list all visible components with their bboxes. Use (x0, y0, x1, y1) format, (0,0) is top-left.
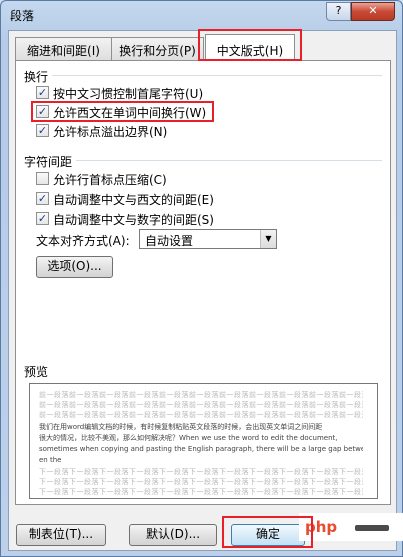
text-alignment-select[interactable]: 自动设置 ▼ (139, 229, 277, 249)
checkbox-box[interactable] (36, 172, 49, 185)
section-title-preview: 预览 (24, 365, 49, 379)
tab-line-page-breaks[interactable]: 换行和分页(P) (111, 37, 204, 60)
checkbox-label: 自动调整中文与西文的间距(E) (53, 193, 214, 207)
checkbox-box[interactable]: ✓ (36, 192, 49, 205)
title-bar[interactable]: 段落 ? ✕ (1, 1, 402, 29)
checkbox-box[interactable]: ✓ (36, 86, 49, 99)
tab-highlight-box (198, 29, 302, 61)
help-button[interactable]: ? (326, 2, 351, 21)
ok-highlight-box (222, 516, 313, 548)
section-divider (76, 160, 382, 161)
tab-panel: 换行 ✓ 按中文习惯控制首尾字符(U) ✓ 允许西文在单词中间换行(W) ✓ 允… (15, 60, 391, 505)
checkbox-label: 允许行首标点压缩(C) (53, 173, 167, 187)
watermark-bar (355, 525, 389, 531)
tab-indent-spacing[interactable]: 缩进和间距(I) (15, 37, 112, 60)
paragraph-dialog: 段落 ? ✕ 缩进和间距(I) 换行和分页(P) 中文版式(H) 换行 ✓ 按中… (0, 0, 403, 557)
tabs-button[interactable]: 制表位(T)... (16, 524, 106, 546)
section-title-line-breaking: 换行 (24, 70, 49, 84)
dialog-client: 缩进和间距(I) 换行和分页(P) 中文版式(H) 换行 ✓ 按中文习惯控制首尾… (8, 29, 397, 551)
text-alignment-label: 文本对齐方式(A): (36, 234, 130, 248)
options-button[interactable]: 选项(O)... (36, 256, 113, 278)
preview-sample-line: 我们在用word编辑文档的时候，有时候复制粘贴英文段落的时候，会出现英文单词之间… (39, 423, 323, 431)
close-button[interactable]: ✕ (351, 2, 395, 21)
preview-ghost-line: 前一段落前一段落前一段落前一段落前一段落前一段落前一段落前一段落前一段落前一段落… (39, 411, 363, 419)
chevron-down-icon[interactable]: ▼ (260, 230, 276, 248)
preview-sample-line: en the (39, 456, 62, 464)
preview-sample-line: sometimes when copying and pasting the E… (39, 445, 363, 453)
section-title-char-spacing: 字符间距 (24, 155, 73, 169)
dialog-title: 段落 (10, 9, 35, 23)
preview-sample-line: 很大的情况，比较不美观，那么如何解决呢？When we use the word… (39, 434, 338, 442)
checkbox-label: 允许标点溢出边界(N) (53, 125, 168, 139)
preview-ghost-line: 下一段落下一段落下一段落下一段落下一段落下一段落下一段落下一段落下一段落下一段落… (39, 488, 363, 496)
checkbox-box[interactable]: ✓ (36, 124, 49, 137)
select-value: 自动设置 (145, 234, 194, 248)
set-default-button[interactable]: 默认(D)... (129, 524, 217, 546)
section-divider (52, 75, 382, 76)
checkbox-label: 自动调整中文与数字的间距(S) (53, 213, 214, 227)
preview-box: 前一段落前一段落前一段落前一段落前一段落前一段落前一段落前一段落前一段落前一段落… (29, 383, 378, 499)
checkbox-label: 按中文习惯控制首尾字符(U) (53, 87, 204, 101)
option-highlight-box (31, 101, 214, 122)
checkbox-box[interactable]: ✓ (36, 212, 49, 225)
